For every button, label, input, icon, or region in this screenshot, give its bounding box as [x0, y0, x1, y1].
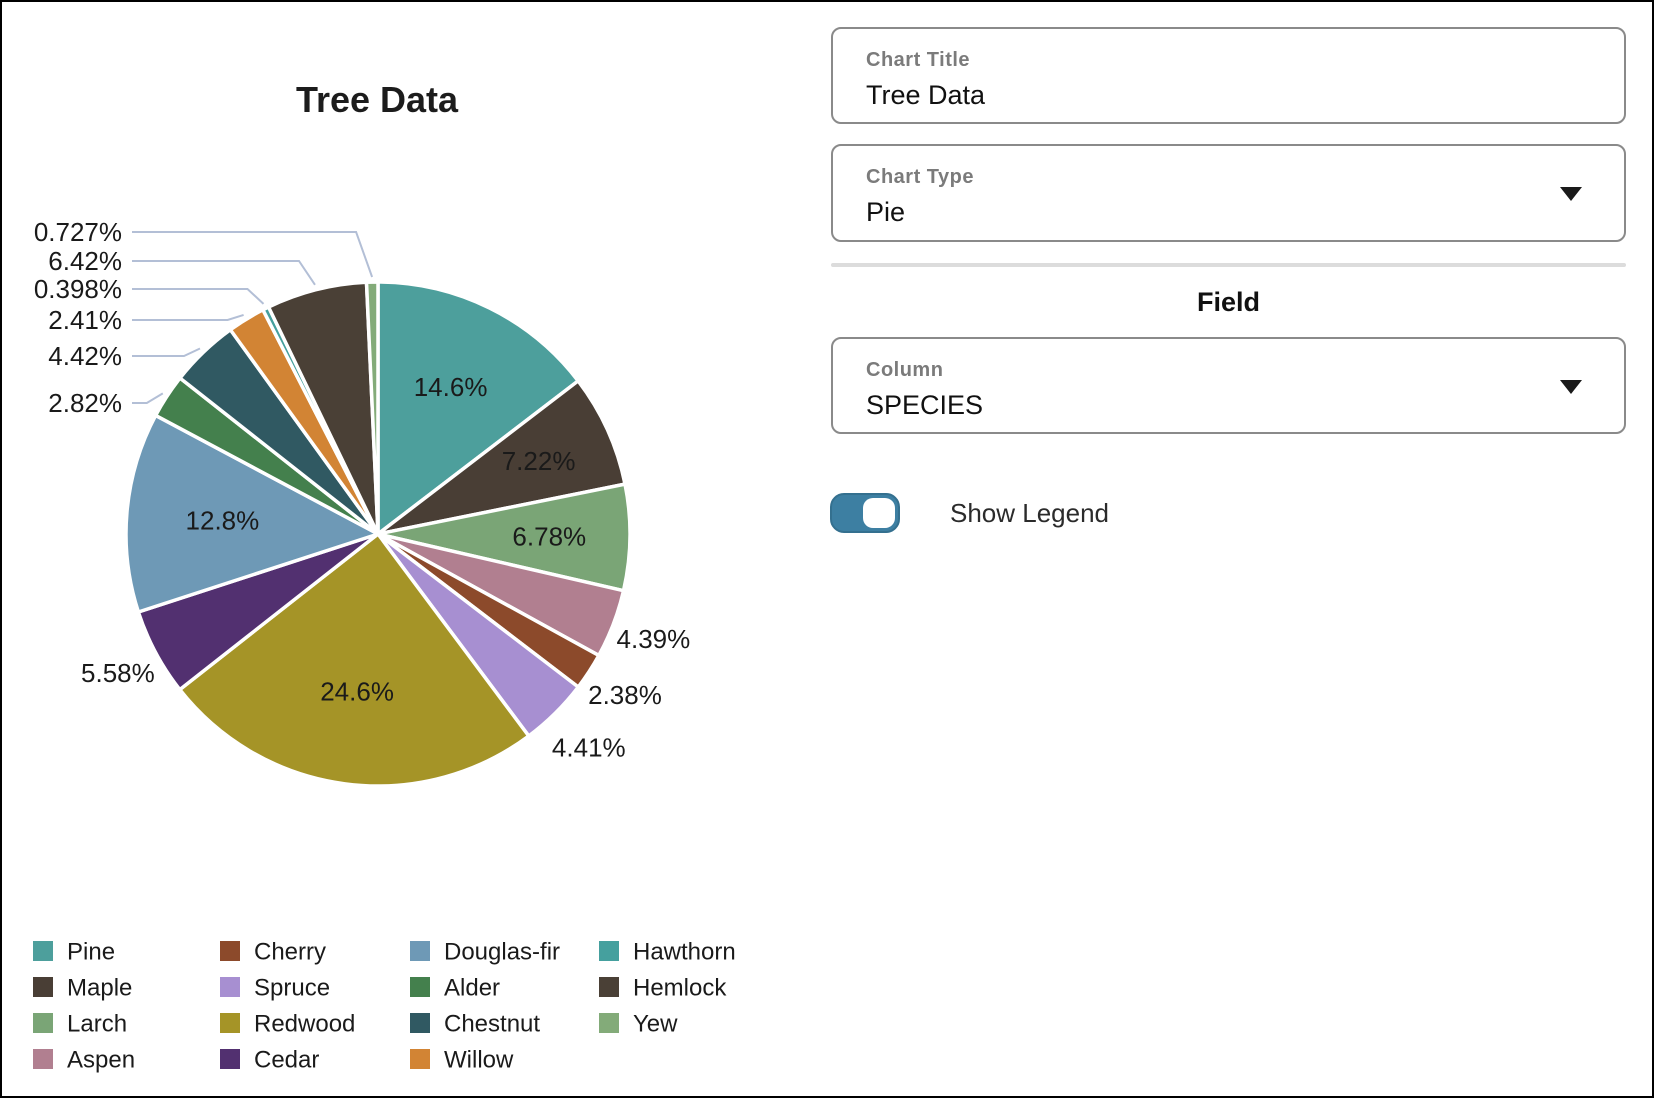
column-label: Column: [866, 359, 1624, 382]
chart-title-field[interactable]: Chart Title Tree Data: [831, 27, 1626, 124]
legend-label-pine: Pine: [67, 939, 115, 966]
legend-label-chestnut: Chestnut: [444, 1011, 540, 1038]
legend-swatch-cherry: [220, 941, 240, 961]
callout-line: [132, 289, 264, 304]
callout-line: [132, 315, 244, 320]
slice-label-aspen: 4.39%: [617, 624, 691, 654]
slice-label-hawthorn: 0.398%: [34, 274, 122, 304]
legend-label-douglas-fir: Douglas-fir: [444, 939, 560, 966]
slice-label-cedar: 5.58%: [81, 658, 155, 688]
slice-label-hemlock: 6.42%: [48, 246, 122, 276]
legend-label-hemlock: Hemlock: [633, 975, 727, 1002]
legend-label-alder: Alder: [444, 975, 500, 1002]
chart-title-label: Chart Title: [866, 49, 1624, 72]
slice-label-alder: 2.82%: [48, 388, 122, 418]
app-window: Tree Data 14.6% 7.22% 6.78% 4.39% 2.38% 4.41% 2…: [0, 0, 1654, 1098]
legend-swatch-cedar: [220, 1049, 240, 1069]
legend-swatch-douglas-fir: [410, 941, 430, 961]
legend-swatch-chestnut: [410, 1013, 430, 1033]
legend-label-cherry: Cherry: [254, 939, 326, 966]
legend-swatch-maple: [33, 977, 53, 997]
legend-swatch-redwood: [220, 1013, 240, 1033]
legend-label-hawthorn: Hawthorn: [633, 939, 736, 966]
legend-label-redwood: Redwood: [254, 1011, 355, 1038]
legend-swatch-hawthorn: [599, 941, 619, 961]
callout-line: [132, 232, 372, 277]
slice-label-cherry: 2.38%: [588, 680, 662, 710]
legend-label-larch: Larch: [67, 1011, 127, 1038]
slice-label-spruce: 4.41%: [552, 732, 626, 762]
chart-type-select[interactable]: Chart Type Pie: [831, 144, 1626, 242]
legend-swatch-alder: [410, 977, 430, 997]
show-legend-toggle[interactable]: [830, 493, 900, 533]
show-legend-row: Show Legend: [830, 493, 1109, 533]
legend-swatch-pine: [33, 941, 53, 961]
legend-swatch-willow: [410, 1049, 430, 1069]
slice-label-yew: 0.727%: [34, 217, 122, 247]
legend-swatch-yew: [599, 1013, 619, 1033]
slice-label-redwood: 24.6%: [320, 676, 394, 706]
slice-label-maple: 7.22%: [502, 446, 576, 476]
section-divider: [831, 263, 1626, 267]
chevron-down-icon[interactable]: [1560, 380, 1582, 394]
field-section-heading: Field: [831, 287, 1626, 318]
legend-swatch-spruce: [220, 977, 240, 997]
column-value[interactable]: SPECIES: [866, 390, 1624, 421]
callout-line: [132, 349, 200, 357]
legend-swatch-hemlock: [599, 977, 619, 997]
legend-label-spruce: Spruce: [254, 975, 330, 1002]
chart-title-value[interactable]: Tree Data: [866, 80, 1624, 111]
legend-swatch-aspen: [33, 1049, 53, 1069]
toggle-knob: [863, 498, 895, 528]
chevron-down-icon[interactable]: [1560, 187, 1582, 201]
chart-type-value[interactable]: Pie: [866, 197, 1624, 228]
show-legend-label: Show Legend: [950, 498, 1109, 529]
legend-label-maple: Maple: [67, 975, 132, 1002]
slice-label-pine: 14.6%: [414, 372, 488, 402]
slice-label-larch: 6.78%: [512, 521, 586, 551]
slice-label-douglas-fir: 12.8%: [186, 505, 260, 535]
legend-label-aspen: Aspen: [67, 1047, 135, 1074]
pie-chart: Tree Data 14.6% 7.22% 6.78% 4.39% 2.38% 4.41% 2…: [2, 2, 762, 1098]
chart-type-label: Chart Type: [866, 166, 1624, 189]
column-select[interactable]: Column SPECIES: [831, 337, 1626, 434]
legend-swatch-larch: [33, 1013, 53, 1033]
legend-label-willow: Willow: [444, 1047, 514, 1074]
legend-label-yew: Yew: [633, 1011, 678, 1038]
slice-label-chestnut: 4.42%: [48, 341, 122, 371]
callout-line: [132, 261, 315, 285]
legend-label-cedar: Cedar: [254, 1047, 319, 1074]
chart-title-text: Tree Data: [296, 79, 459, 120]
callout-line: [132, 393, 163, 403]
slice-label-willow: 2.41%: [48, 305, 122, 335]
